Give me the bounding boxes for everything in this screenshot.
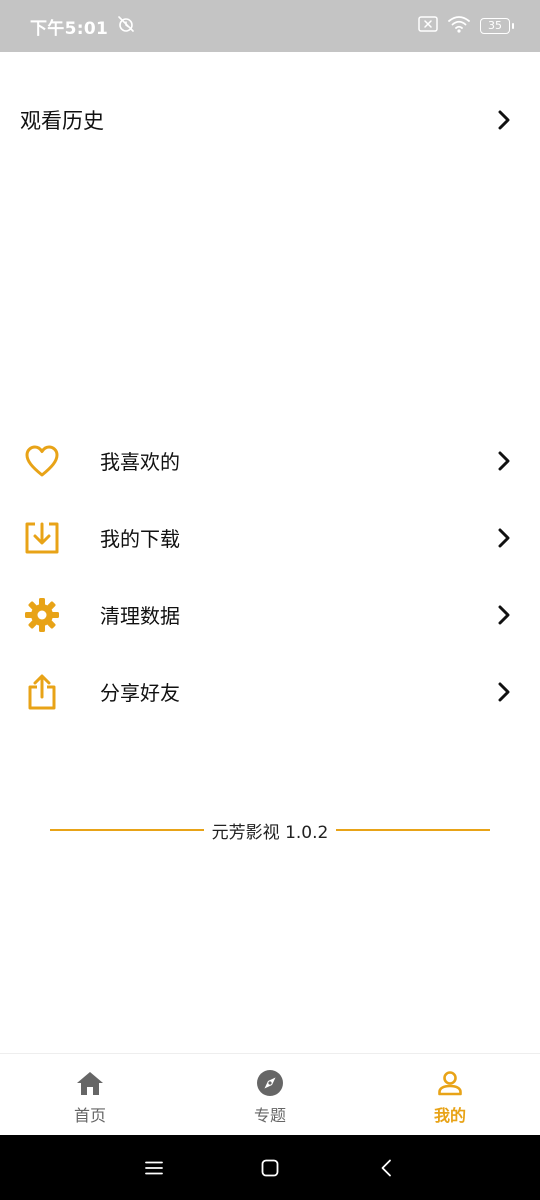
menu-item-label: 我喜欢的	[100, 450, 180, 474]
status-left: 下午5:01	[30, 14, 136, 39]
download-icon	[22, 518, 62, 558]
home-square-icon[interactable]	[258, 1156, 282, 1180]
profile-menu: 我喜欢的 我的下载 清理数据 分享好友	[0, 422, 540, 730]
menu-icon[interactable]	[142, 1156, 166, 1180]
tab-label: 我的	[433, 1106, 466, 1125]
gear-icon	[22, 595, 62, 635]
heart-icon	[22, 441, 62, 481]
back-icon[interactable]	[374, 1156, 398, 1180]
alarm-off-icon	[116, 14, 136, 38]
menu-item-favorites[interactable]: 我喜欢的	[0, 422, 540, 499]
divider-line	[336, 829, 491, 831]
menu-item-clear-data[interactable]: 清理数据	[0, 576, 540, 653]
user-icon	[435, 1068, 465, 1098]
battery-icon: 35	[480, 18, 514, 34]
menu-item-share[interactable]: 分享好友	[0, 653, 540, 730]
chevron-right-icon	[496, 527, 512, 549]
tab-home[interactable]: 首页	[0, 1054, 180, 1135]
chevron-right-icon	[496, 109, 512, 131]
screen: 下午5:01 35 观看历史 我喜欢的 我的下载 清理数据 分享好友 元芳影视 …	[0, 0, 540, 1200]
tab-label: 专题	[253, 1106, 286, 1125]
tab-label: 首页	[73, 1106, 106, 1125]
sim-off-icon	[418, 16, 438, 36]
watch-history-label: 观看历史	[20, 109, 104, 133]
chevron-right-icon	[496, 450, 512, 472]
tab-mine[interactable]: 我的	[360, 1054, 540, 1135]
menu-item-label: 我的下载	[100, 527, 180, 551]
chevron-right-icon	[496, 604, 512, 626]
watch-history-row[interactable]: 观看历史	[0, 88, 540, 152]
bottom-tab-bar: 首页 专题 我的	[0, 1053, 540, 1135]
tab-topics[interactable]: 专题	[180, 1054, 360, 1135]
home-icon	[75, 1068, 105, 1098]
menu-item-downloads[interactable]: 我的下载	[0, 499, 540, 576]
share-icon	[22, 672, 62, 712]
wifi-icon	[448, 15, 470, 37]
status-bar: 下午5:01 35	[0, 0, 540, 52]
divider-line	[50, 829, 204, 831]
system-nav-bar	[0, 1135, 540, 1200]
status-right: 35	[418, 15, 514, 37]
menu-item-label: 分享好友	[100, 681, 180, 705]
app-version-divider: 元芳影视 1.0.2	[50, 816, 491, 844]
status-time: 下午5:01	[30, 18, 109, 39]
chevron-right-icon	[496, 681, 512, 703]
menu-item-label: 清理数据	[100, 604, 180, 628]
app-version-text: 元芳影视 1.0.2	[211, 822, 329, 843]
compass-icon	[255, 1068, 285, 1098]
